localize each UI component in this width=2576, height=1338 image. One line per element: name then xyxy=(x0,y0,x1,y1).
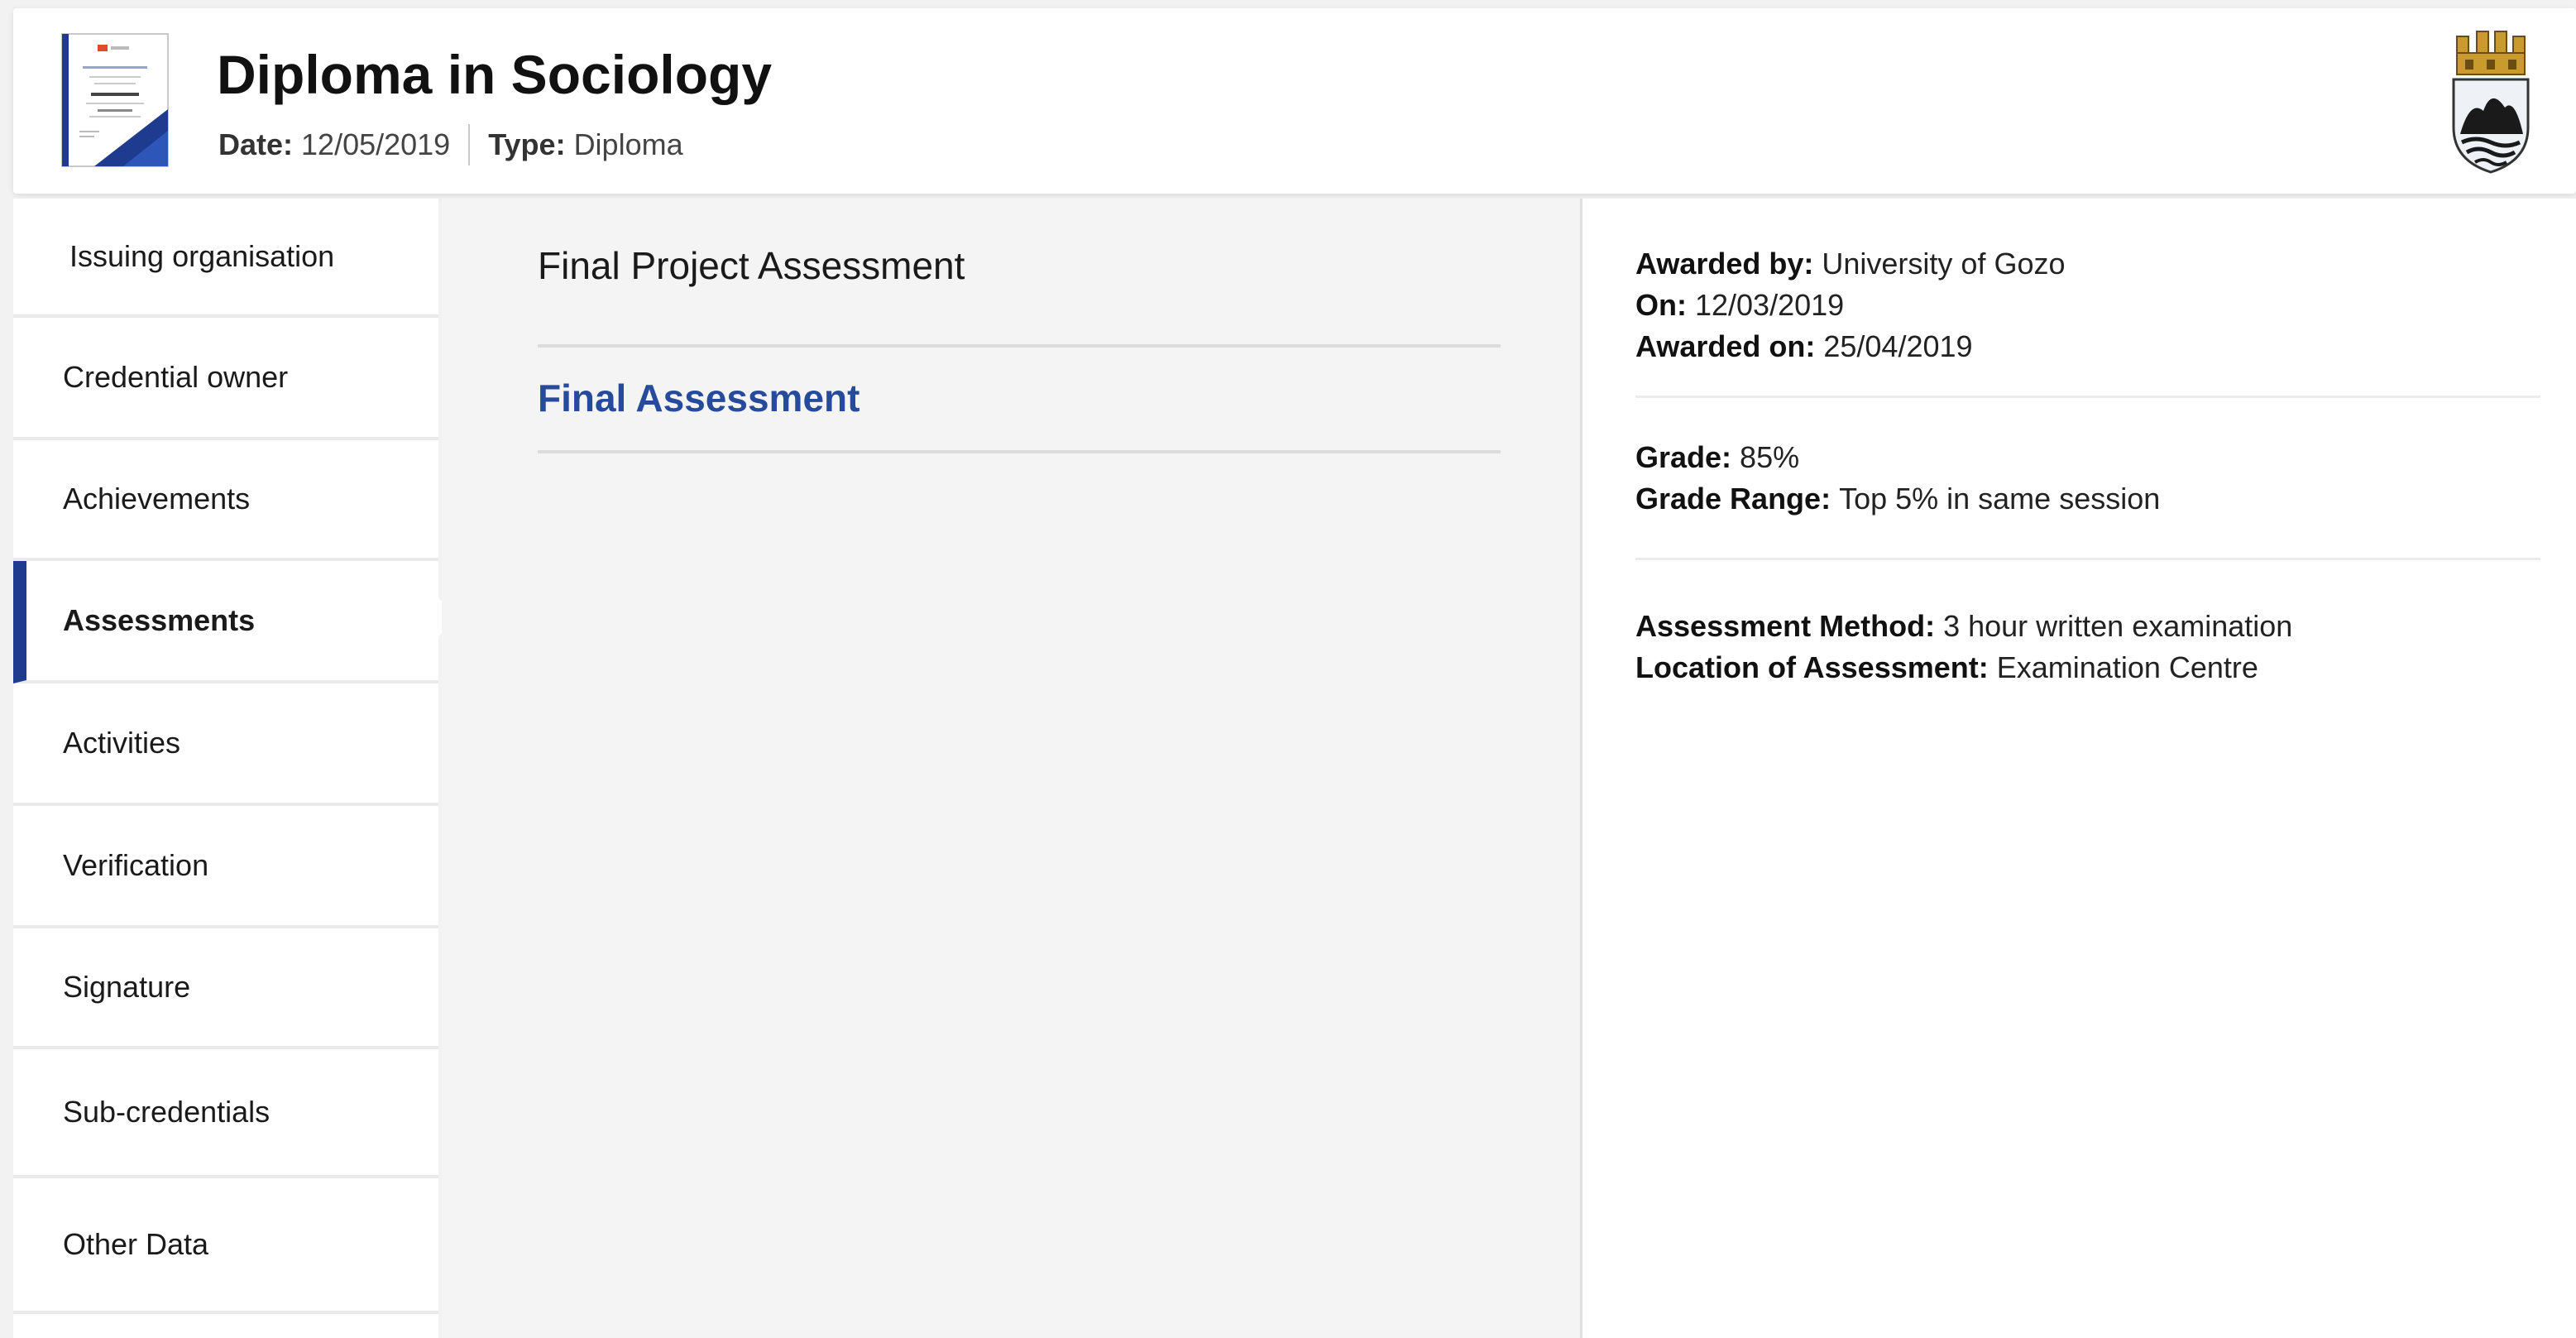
award-info: Awarded by: University of Gozo On: 12/03… xyxy=(1635,243,2540,367)
on-date-value: 12/03/2019 xyxy=(1694,288,1845,322)
sidebar-item-verification[interactable]: Verification xyxy=(13,806,438,928)
sidebar-nav: Issuing organisation Credential owner Ac… xyxy=(13,199,438,1338)
certificate-thumbnail-icon[interactable] xyxy=(61,33,169,167)
sidebar-item-activities[interactable]: Activities xyxy=(13,683,438,806)
assessment-details: Awarded by: University of Gozo On: 12/03… xyxy=(1580,199,2576,1338)
assessment-method-value: 3 hour written examination xyxy=(1943,609,2293,643)
assessment-group-heading: Final Project Assessment xyxy=(538,228,1501,348)
university-crest-icon xyxy=(2452,31,2530,174)
sidebar-item-label: Assessments xyxy=(63,603,256,637)
sidebar-item-signature[interactable]: Signature xyxy=(13,928,438,1049)
sidebar-item-partial xyxy=(13,1314,438,1338)
assessment-location-label: Location of Assessment: xyxy=(1635,650,1997,684)
sidebar-item-label: Other Data xyxy=(63,1227,209,1261)
sidebar-item-label: Achievements xyxy=(63,482,251,516)
grade-row: Grade: 85% xyxy=(1635,437,2540,478)
type-label: Type: xyxy=(488,127,566,161)
sidebar-item-label: Signature xyxy=(63,970,191,1004)
date-value: 12/05/2019 xyxy=(301,127,451,161)
on-date-row: On: 12/03/2019 xyxy=(1635,285,2540,326)
type-value: Diploma xyxy=(573,127,683,161)
assessment-link-final[interactable]: Final Assessment xyxy=(538,348,1501,453)
awarded-by-value: University of Gozo xyxy=(1822,247,2066,281)
sidebar-item-label: Sub-credentials xyxy=(63,1095,271,1129)
credential-viewer: Diploma in Sociology Date: 12/05/2019 Ty… xyxy=(0,0,2576,1338)
divider xyxy=(1635,558,2540,560)
grade-label: Grade: xyxy=(1635,440,1740,474)
awarded-on-value: 25/04/2019 xyxy=(1823,329,1973,363)
sidebar-item-credential-owner[interactable]: Credential owner xyxy=(13,318,438,440)
sidebar-item-achievements[interactable]: Achievements xyxy=(13,440,438,561)
grade-range-value: Top 5% in same session xyxy=(1839,482,2161,516)
date-label: Date: xyxy=(218,127,294,161)
awarded-by-row: Awarded by: University of Gozo xyxy=(1635,243,2540,285)
grade-value: 85% xyxy=(1740,440,1800,474)
page-title: Diploma in Sociology xyxy=(217,44,773,105)
sidebar-item-issuing-organisation[interactable]: Issuing organisation xyxy=(13,199,438,318)
assessment-location-value: Examination Centre xyxy=(1996,650,2258,684)
awarded-by-label: Awarded by: xyxy=(1635,247,1822,281)
grade-range-label: Grade Range: xyxy=(1635,482,1840,516)
credential-meta: Date: 12/05/2019 Type: Diploma xyxy=(218,124,683,165)
on-date-label: On: xyxy=(1635,288,1695,322)
method-info: Assessment Method: 3 hour written examin… xyxy=(1635,606,2540,688)
meta-divider xyxy=(468,124,471,165)
sidebar-item-label: Issuing organisation xyxy=(69,239,335,273)
assessment-list: Final Project Assessment Final Assessmen… xyxy=(442,199,1580,1338)
sidebar-item-label: Activities xyxy=(63,726,181,760)
assessment-method-label: Assessment Method: xyxy=(1635,609,1944,643)
credential-header: Diploma in Sociology Date: 12/05/2019 Ty… xyxy=(13,8,2576,194)
sidebar-item-label: Credential owner xyxy=(63,360,289,394)
assessment-location-row: Location of Assessment: Examination Cent… xyxy=(1635,647,2540,688)
sidebar-item-other-data[interactable]: Other Data xyxy=(13,1178,438,1314)
divider xyxy=(1635,396,2540,398)
grade-range-row: Grade Range: Top 5% in same session xyxy=(1635,478,2540,520)
grade-info: Grade: 85% Grade Range: Top 5% in same s… xyxy=(1635,437,2540,520)
sidebar-item-label: Verification xyxy=(63,848,209,882)
awarded-on-label: Awarded on: xyxy=(1635,329,1824,363)
assessment-method-row: Assessment Method: 3 hour written examin… xyxy=(1635,606,2540,647)
sidebar-item-assessments[interactable]: Assessments xyxy=(13,561,438,683)
sidebar-item-sub-credentials[interactable]: Sub-credentials xyxy=(13,1049,438,1178)
awarded-on-row: Awarded on: 25/04/2019 xyxy=(1635,326,2540,367)
